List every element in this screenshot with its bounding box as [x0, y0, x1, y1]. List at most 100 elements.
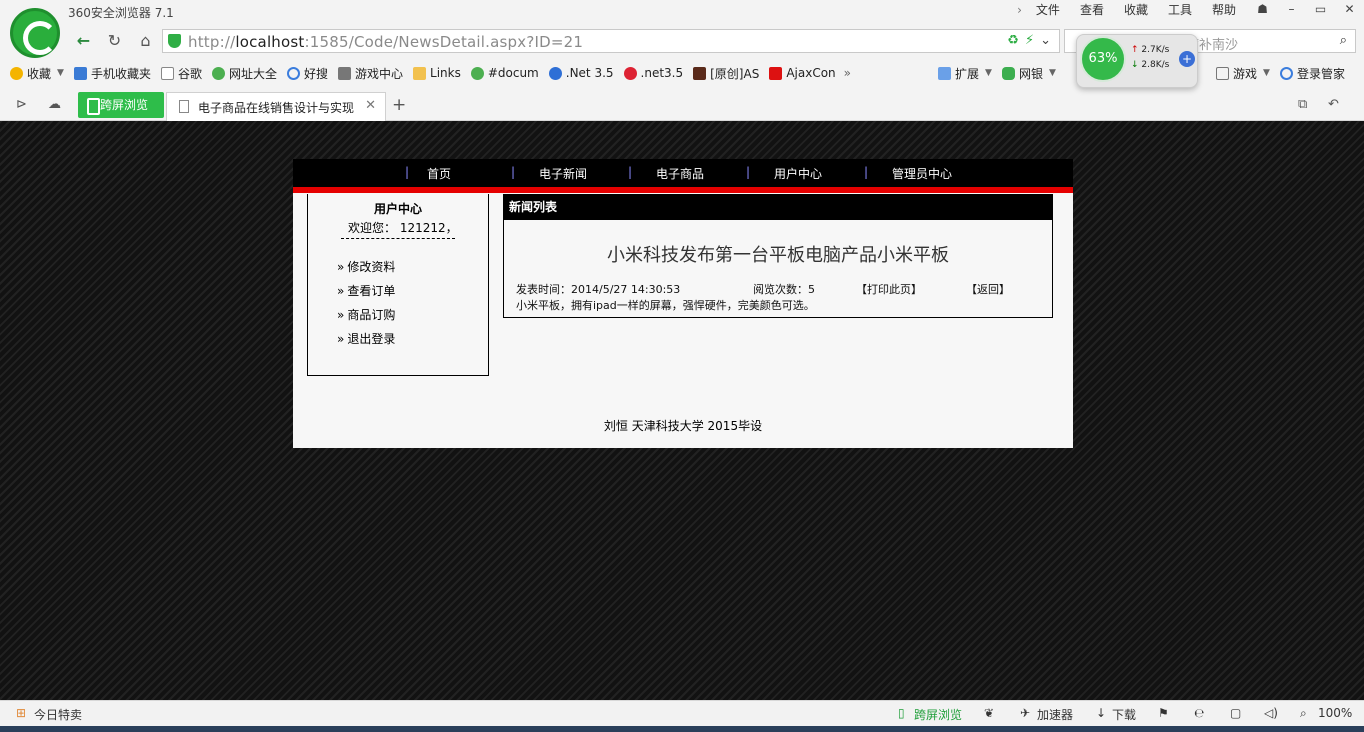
- sites-icon: [211, 66, 225, 80]
- close-tab-icon[interactable]: ✕: [365, 98, 376, 113]
- bookmark-net35[interactable]: .Net 3.5: [548, 66, 614, 80]
- tab-active[interactable]: 电子商品在线销售设计与实现 ✕: [166, 92, 386, 121]
- news-views: 阅览次数：5: [753, 283, 815, 296]
- lightning-icon[interactable]: ⚡: [1025, 33, 1034, 48]
- bookmark-docum[interactable]: #docum: [470, 66, 539, 80]
- sidebar-item-order-products[interactable]: 商品订购: [337, 306, 395, 323]
- phone-icon: [73, 66, 87, 80]
- volume-icon[interactable]: ◁): [1264, 706, 1278, 720]
- address-bar[interactable]: http://localhost:1585/Code/NewsDetail.as…: [162, 29, 1060, 53]
- new-tab-button[interactable]: +: [392, 95, 406, 115]
- download-speed: ↓ 2.8K/s: [1131, 60, 1170, 70]
- crossscreen-button[interactable]: 跨屏浏览: [78, 92, 164, 118]
- bookmarks-right-2: 游戏 ▼ 登录管家: [1216, 62, 1355, 84]
- upload-speed: ↑ 2.7K/s: [1131, 45, 1170, 55]
- back-link[interactable]: 【返回】: [966, 281, 1010, 297]
- bookmark-haosou[interactable]: 好搜: [286, 65, 328, 82]
- skin-icon[interactable]: ☗: [1248, 0, 1277, 18]
- nav-separator: |: [746, 165, 751, 179]
- menu-help[interactable]: 帮助: [1202, 2, 1246, 18]
- flag-icon[interactable]: ⚑: [1158, 706, 1169, 720]
- status-zoom[interactable]: 100%: [1318, 706, 1352, 720]
- site-container: | 首页 | 电子新闻 | 电子商品 | 用户中心 | 管理员中心 用户中心 欢…: [293, 159, 1073, 448]
- docum-icon: [470, 66, 484, 80]
- url-text[interactable]: http://localhost:1585/Code/NewsDetail.as…: [188, 33, 583, 51]
- nav-admin-center[interactable]: 管理员中心: [892, 165, 952, 182]
- news-panel-header: 新闻列表: [504, 195, 1052, 220]
- games-icon: [1216, 66, 1229, 80]
- gift-icon[interactable]: ⊞: [16, 706, 26, 720]
- browser-e-icon[interactable]: ℮: [1194, 706, 1204, 720]
- status-bar: ⊞ 今日特卖 ▯ 跨屏浏览 ❦ ✈ 加速器 ↓ 下载 ⚑ ℮ ▢ ◁) ⌕ 10…: [0, 700, 1364, 726]
- key-search-icon: [1279, 66, 1293, 80]
- page-viewport: | 首页 | 电子新闻 | 电子商品 | 用户中心 | 管理员中心 用户中心 欢…: [0, 121, 1364, 700]
- status-crossscreen[interactable]: 跨屏浏览: [914, 706, 962, 723]
- nav-news[interactable]: 电子新闻: [539, 165, 587, 182]
- menu-favorites[interactable]: 收藏: [1114, 2, 1158, 18]
- today-deals[interactable]: 今日特卖: [34, 706, 82, 723]
- bookmark-sites[interactable]: 网址大全: [211, 65, 277, 82]
- menu-file[interactable]: 文件: [1026, 2, 1070, 18]
- minimize-button[interactable]: –: [1277, 0, 1306, 18]
- maximize-button[interactable]: ▭: [1306, 0, 1335, 18]
- download-icon: ↓: [1096, 706, 1107, 720]
- cloud-icon[interactable]: ☁: [48, 97, 61, 112]
- zoom-icon: ⌕: [1300, 706, 1307, 720]
- news-title: 小米科技发布第一台平板电脑产品小米平板: [607, 245, 949, 266]
- menu-tools[interactable]: 工具: [1158, 2, 1202, 18]
- bookmark-net35-lower[interactable]: .net3.5: [623, 66, 683, 80]
- paw-icon: [623, 66, 637, 80]
- sidebar-title: 用户中心: [373, 202, 422, 216]
- bookmark-extensions[interactable]: 扩展 ▼: [938, 65, 992, 82]
- leaf-icon[interactable]: ❦: [984, 706, 994, 720]
- bookmarks-right: 扩展 ▼ 网银 ▼: [938, 62, 1066, 84]
- undo-close-icon[interactable]: ↶: [1328, 97, 1339, 112]
- status-download[interactable]: 下载: [1112, 706, 1136, 723]
- news-panel: 新闻列表 小米科技发布第一台平板电脑产品小米平板 发表时间：2014/5/27 …: [503, 194, 1053, 318]
- window-icon[interactable]: ▢: [1230, 706, 1241, 720]
- sidebar-item-view-orders[interactable]: 查看订单: [337, 282, 395, 299]
- chevron-right-icon[interactable]: ›: [1007, 2, 1026, 18]
- home-icon[interactable]: ⌂: [130, 28, 161, 54]
- net-icon: [548, 66, 562, 80]
- print-link[interactable]: 【打印此页】: [856, 281, 922, 297]
- sidebar-toggle-icon[interactable]: ⊳: [16, 97, 27, 112]
- bookmark-links[interactable]: Links: [413, 66, 461, 80]
- bookmark-games-2[interactable]: 游戏 ▼: [1216, 65, 1270, 82]
- extensions-icon: [938, 66, 951, 80]
- bookmark-bank[interactable]: 网银 ▼: [1001, 65, 1056, 82]
- news-content: 小米平板，拥有ipad一样的屏幕，强悍硬件，完美颜色可选。: [516, 299, 815, 312]
- speed-widget[interactable]: 63% ↑ 2.7K/s ↓ 2.8K/s +: [1076, 34, 1198, 88]
- bookmark-favorites[interactable]: 收藏 ▼: [10, 65, 64, 82]
- bookmark-ajaxcon[interactable]: AjaxCon»: [769, 66, 851, 80]
- bookmark-mobile[interactable]: 手机收藏夹: [73, 65, 151, 82]
- back-arrow-icon[interactable]: ←: [68, 28, 99, 54]
- site-nav: | 首页 | 电子新闻 | 电子商品 | 用户中心 | 管理员中心: [293, 159, 1073, 187]
- bookmark-login-manager[interactable]: 登录管家: [1279, 65, 1345, 82]
- bookmark-games[interactable]: 游戏中心: [338, 65, 403, 82]
- sidebar-item-logout[interactable]: 退出登录: [337, 330, 395, 347]
- close-window-button[interactable]: ✕: [1335, 0, 1364, 18]
- restore-tabs-icon[interactable]: ⧉: [1298, 97, 1307, 112]
- browser-logo: [10, 8, 60, 58]
- nav-products[interactable]: 电子商品: [656, 165, 704, 182]
- status-accelerator[interactable]: 加速器: [1037, 706, 1073, 723]
- sidebar-item-edit-profile[interactable]: 修改资料: [337, 258, 395, 275]
- gamepad-icon: [338, 66, 351, 80]
- menu-view[interactable]: 查看: [1070, 2, 1114, 18]
- recycle-icon[interactable]: ♻: [1007, 33, 1019, 48]
- bookmark-google[interactable]: 谷歌: [160, 65, 202, 82]
- bookmarks-bar: 收藏 ▼ 手机收藏夹 谷歌 网址大全 好搜 游戏中心 Links #docum .…: [10, 62, 861, 84]
- address-icons: ♻ ⚡ ⌄: [1007, 33, 1051, 48]
- window-controls: ☗ – ▭ ✕: [1248, 0, 1364, 18]
- red-divider: [293, 187, 1073, 193]
- dropdown-chevron-icon[interactable]: ⌄: [1040, 33, 1051, 48]
- more-bookmarks-icon[interactable]: »: [844, 66, 851, 80]
- nav-user-center[interactable]: 用户中心: [774, 165, 822, 182]
- bookmark-original[interactable]: [原创]AS: [693, 65, 759, 82]
- nav-home[interactable]: 首页: [427, 165, 451, 182]
- search-icon[interactable]: ⌕: [1340, 33, 1347, 48]
- plus-icon[interactable]: +: [1179, 51, 1195, 67]
- refresh-icon[interactable]: ↻: [99, 28, 130, 54]
- tab-title: 电子商品在线销售设计与实现: [198, 101, 355, 115]
